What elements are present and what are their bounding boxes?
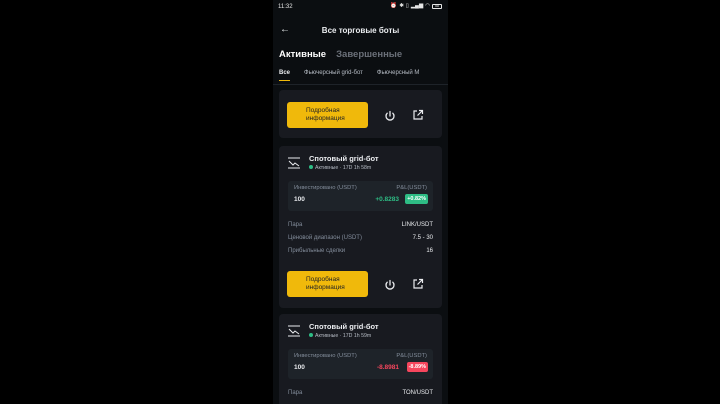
power-icon[interactable] xyxy=(383,278,397,292)
tab-completed[interactable]: Завершенные xyxy=(336,49,402,60)
status-bar: 11:32 ⏰ ✱ ▯ ▂▄▆ ◠ 58 xyxy=(273,3,448,13)
filter-tabs: Все Фьючерсный grid-бот Фьючерсный М xyxy=(279,70,420,81)
row-key: Пара xyxy=(288,222,303,228)
row-value: 7.5 - 30 xyxy=(412,235,433,241)
invested-value: 100 xyxy=(294,196,305,203)
tabs-divider xyxy=(273,84,448,85)
bot-card[interactable]: Спотовый grid-бот Активные · 17D 1h 59m … xyxy=(279,314,442,404)
pnl-value: -8.8981 xyxy=(376,364,399,371)
invested-label: Инвестировано (USDT) xyxy=(294,353,357,359)
pnl-percent-badge: +0.82% xyxy=(405,194,428,204)
tab-active[interactable]: Активные xyxy=(279,49,326,60)
bot-status-text: Активные · 17D 1h 58m xyxy=(315,165,372,171)
signal-icon: ▂▄▆ xyxy=(410,3,424,9)
filter-futures-m[interactable]: Фьючерсный М xyxy=(377,70,420,76)
bot-name: Спотовый grid-бот xyxy=(309,322,379,331)
battery-icon: 58 xyxy=(432,3,442,9)
main-tabs: Активные Завершенные xyxy=(279,49,402,60)
filter-futures-grid[interactable]: Фьючерсный grid-бот xyxy=(304,70,363,76)
bot-name: Спотовый grid-бот xyxy=(309,154,379,163)
alarm-icon: ⏰ xyxy=(390,3,398,9)
bot-card: Подробная информация xyxy=(279,90,442,138)
pnl-percent-badge: -8.89% xyxy=(406,362,428,372)
pnl-label: P&L(USDT) xyxy=(396,353,427,359)
pnl-label: P&L(USDT) xyxy=(396,185,427,191)
status-icons: ⏰ ✱ ▯ ▂▄▆ ◠ 58 xyxy=(390,3,442,9)
filter-all[interactable]: Все xyxy=(279,70,291,81)
pnl-value: +0.8283 xyxy=(375,196,399,203)
details-button[interactable]: Подробная информация xyxy=(287,102,368,128)
invested-label: Инвестировано (USDT) xyxy=(294,185,357,191)
bot-status-text: Активные · 17D 1h 59m xyxy=(315,333,372,339)
header: ← Все торговые боты xyxy=(273,22,448,42)
bot-card[interactable]: Спотовый grid-бот Активные · 17D 1h 58m … xyxy=(279,146,442,308)
page-title: Все торговые боты xyxy=(321,26,400,35)
share-icon[interactable] xyxy=(411,108,425,122)
bluetooth-icon: ✱ xyxy=(399,3,404,9)
row-key: Ценовой диапазон (USDT) xyxy=(288,235,362,241)
details-button[interactable]: Подробная информация xyxy=(287,271,368,297)
card-actions: Подробная информация xyxy=(287,271,368,297)
grid-bot-icon xyxy=(287,156,301,169)
power-icon[interactable] xyxy=(383,109,397,123)
row-value: LINK/USDT xyxy=(401,222,433,228)
card-actions: Подробная информация xyxy=(287,102,368,128)
grid-bot-icon xyxy=(287,324,301,337)
row-key: Прибыльные сделки xyxy=(288,248,346,254)
investment-box: Инвестировано (USDT) P&L(USDT) 100 +0.82… xyxy=(288,181,433,211)
status-time: 11:32 xyxy=(278,4,293,10)
investment-box: Инвестировано (USDT) P&L(USDT) 100 -8.89… xyxy=(288,349,433,379)
vibrate-icon: ▯ xyxy=(405,3,409,9)
invested-value: 100 xyxy=(294,364,305,371)
status-dot-icon xyxy=(309,333,313,337)
wifi-icon: ◠ xyxy=(425,3,430,9)
bot-status: Активные · 17D 1h 58m xyxy=(309,165,371,171)
row-value: 16 xyxy=(426,248,433,254)
bot-status: Активные · 17D 1h 59m xyxy=(309,333,371,339)
share-icon[interactable] xyxy=(411,277,425,291)
row-key: Пара xyxy=(288,390,303,396)
phone-screen: 11:32 ⏰ ✱ ▯ ▂▄▆ ◠ 58 ← Все торговые боты… xyxy=(273,0,448,404)
status-dot-icon xyxy=(309,165,313,169)
row-value: TON/USDT xyxy=(402,390,433,396)
